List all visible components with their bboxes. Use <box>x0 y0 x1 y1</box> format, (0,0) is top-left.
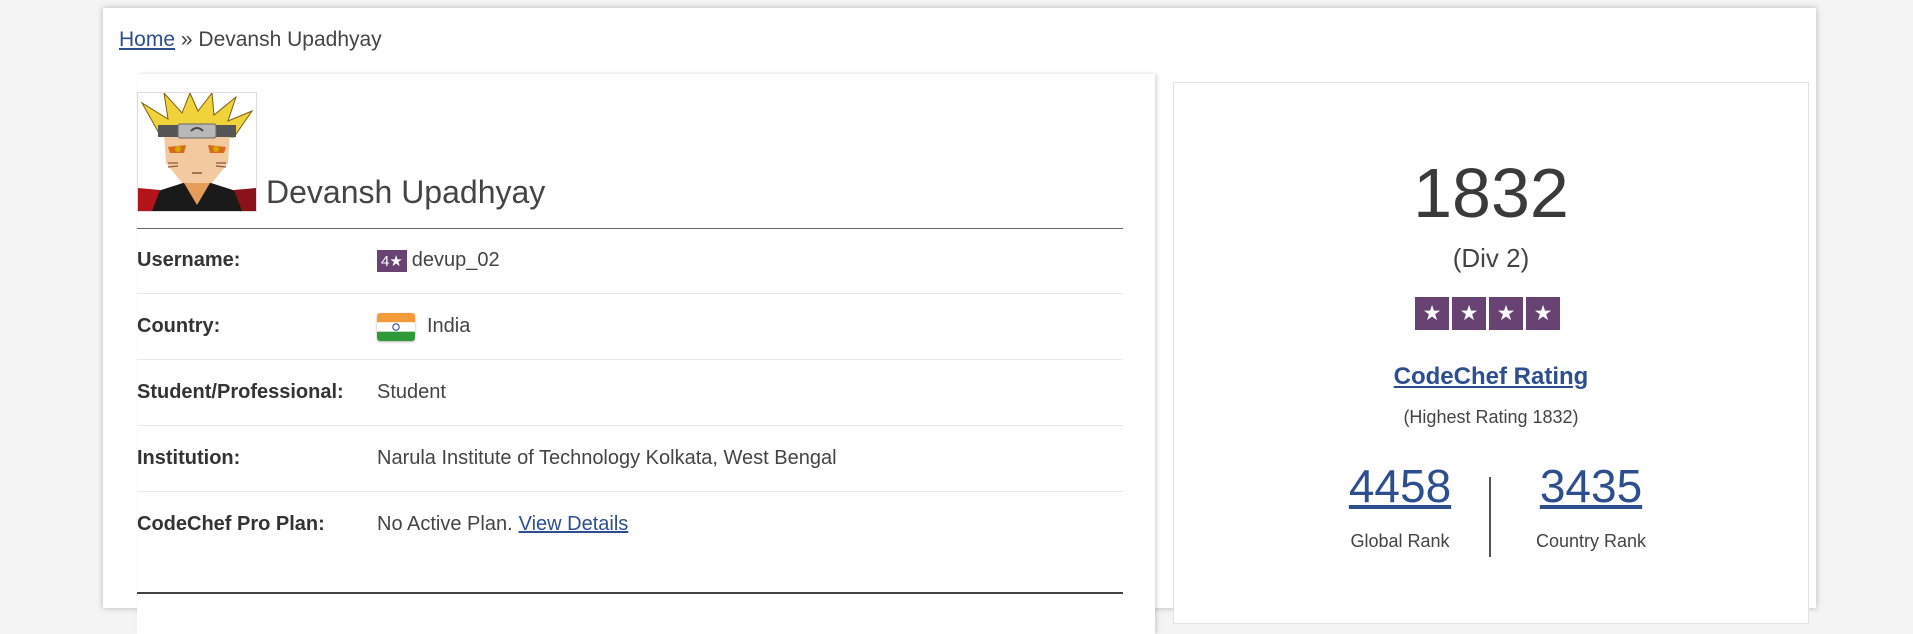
country-rank-link[interactable]: 3435 <box>1491 459 1691 513</box>
naruto-avatar <box>137 92 257 212</box>
user-details-list: Username: 4★ devup_02 Country: India Stu… <box>137 228 1123 557</box>
username-value: 4★ devup_02 <box>377 249 500 272</box>
breadcrumb-separator: » <box>180 28 193 51</box>
star-icon: ★ <box>1489 297 1523 330</box>
star-icon: ★ <box>1526 297 1560 330</box>
plan-value: No Active Plan. View Details <box>377 513 628 536</box>
profile-card: Home » Devansh Upadhyay Devansh Upadhyay… <box>103 8 1816 634</box>
star-icon: ★ <box>1415 297 1449 330</box>
codechef-rating-title: CodeChef Rating <box>1174 363 1808 391</box>
star-icon: ★ <box>1452 297 1486 330</box>
codechef-rating-link[interactable]: CodeChef Rating <box>1394 363 1589 390</box>
country-rank-label: Country Rank <box>1535 531 1647 551</box>
breadcrumb-current: Devansh Upadhyay <box>198 28 382 51</box>
profile-name: Devansh Upadhyay <box>266 174 546 210</box>
student-label: Student/Professional: <box>137 381 344 403</box>
country-value: India <box>377 312 471 341</box>
institution-value: Narula Institute of Technology Kolkata, … <box>377 447 837 469</box>
institution-label: Institution: <box>137 447 241 469</box>
username-text: devup_02 <box>411 249 500 271</box>
section-divider <box>137 592 1123 594</box>
plan-label: CodeChef Pro Plan: <box>137 513 325 535</box>
rating-stars: ★ ★ ★ ★ <box>1415 297 1560 330</box>
country-label: Country: <box>137 315 221 337</box>
rating-badge: 4★ <box>377 249 407 272</box>
student-value: Student <box>377 381 446 403</box>
detail-row-student: Student/Professional: Student <box>137 360 1123 426</box>
profile-header: Devansh Upadhyay <box>137 92 1123 229</box>
rating-panel: 1832 (Div 2) ★ ★ ★ ★ CodeChef Rating (Hi… <box>1173 82 1809 624</box>
plan-text: No Active Plan. <box>377 513 513 535</box>
rating-number: 1832 <box>1413 154 1569 232</box>
global-rank-link[interactable]: 4458 <box>1300 459 1500 513</box>
breadcrumb-home-link[interactable]: Home <box>119 28 175 51</box>
detail-row-plan: CodeChef Pro Plan: No Active Plan. View … <box>137 492 1123 557</box>
detail-row-username: Username: 4★ devup_02 <box>137 228 1123 294</box>
detail-row-institution: Institution: Narula Institute of Technol… <box>137 426 1123 492</box>
detail-row-country: Country: India <box>137 294 1123 360</box>
view-details-link[interactable]: View Details <box>519 513 629 536</box>
country-text: India <box>427 315 471 337</box>
india-flag-icon <box>377 312 415 341</box>
breadcrumb: Home » Devansh Upadhyay <box>119 28 382 52</box>
global-rank-label: Global Rank <box>1350 531 1450 551</box>
highest-rating: (Highest Rating 1832) <box>1403 407 1579 427</box>
rating-division: (Div 2) <box>1452 243 1530 273</box>
user-details-panel: Devansh Upadhyay Username: 4★ devup_02 C… <box>137 74 1155 634</box>
username-label: Username: <box>137 249 241 271</box>
